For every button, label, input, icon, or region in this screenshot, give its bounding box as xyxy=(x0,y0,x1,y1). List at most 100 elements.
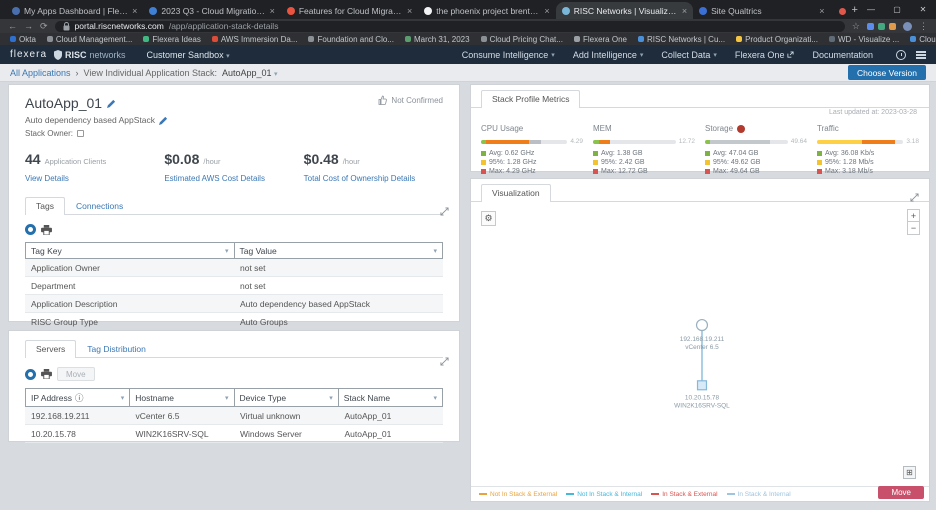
column-header-filter[interactable]: Hostname▾ xyxy=(130,388,234,407)
tab-connections[interactable]: Connections xyxy=(65,197,134,215)
expand-icon[interactable] xyxy=(440,357,449,366)
column-header-filter[interactable]: Tag Key▾ xyxy=(25,242,235,259)
topology-graph[interactable]: 192.168.19.211 vCenter 6.5 10.20.15.78 W… xyxy=(471,219,929,449)
stat-details-link[interactable]: Estimated AWS Cost Details xyxy=(164,174,303,183)
column-header-filter[interactable]: IP Addressⓘ▾ xyxy=(25,388,130,407)
bookmark-item[interactable]: Okta xyxy=(10,35,36,44)
breadcrumb-root-link[interactable]: All Applications xyxy=(10,68,71,78)
chevron-down-icon: ▾ xyxy=(433,247,437,255)
nav-item-flexera-one[interactable]: Flexera One xyxy=(735,50,795,60)
table-row[interactable]: Departmentnot set xyxy=(25,277,443,295)
table-row[interactable]: Application Ownernot set xyxy=(25,259,443,277)
clock-icon[interactable] xyxy=(896,50,906,60)
bookmark-item[interactable]: Product Organizati... xyxy=(736,35,818,44)
edit-subtitle-icon[interactable] xyxy=(159,116,168,125)
menu-icon[interactable] xyxy=(916,51,926,59)
minimize-button[interactable]: — xyxy=(858,5,884,14)
tab-close-icon[interactable]: × xyxy=(132,6,137,16)
bookmark-favicon-icon xyxy=(405,36,411,42)
browser-tab[interactable]: My Apps Dashboard | Flexera S... × xyxy=(6,2,143,19)
back-icon[interactable]: ← xyxy=(8,22,17,31)
bookmark-favicon-icon xyxy=(308,36,314,42)
new-tab-button[interactable]: + xyxy=(852,4,858,16)
metric-legend-item: Max: 3.18 Mb/s xyxy=(817,168,919,175)
stat-details-link[interactable]: View Details xyxy=(25,174,164,183)
nav-item-add-intelligence[interactable]: Add Intelligence▾ xyxy=(573,50,644,60)
stat-details-link[interactable]: Total Cost of Ownership Details xyxy=(304,174,443,183)
refresh-icon[interactable] xyxy=(25,224,36,235)
account-selector[interactable]: Customer Sandbox ▾ xyxy=(147,50,230,60)
bookmark-item[interactable]: RISC Networks | Cu... xyxy=(638,35,725,44)
tab-close-icon[interactable]: × xyxy=(544,6,549,16)
print-icon[interactable] xyxy=(41,369,52,379)
browser-tab[interactable]: Site Qualtrics × xyxy=(693,2,830,19)
bookmark-item[interactable]: March 31, 2023 xyxy=(405,35,470,44)
extension-icon[interactable] xyxy=(889,23,896,30)
assign-owner-icon[interactable] xyxy=(77,130,84,137)
url-input[interactable]: portal.riscnetworks.com /app/application… xyxy=(55,21,845,32)
tab-stack-profile-metrics[interactable]: Stack Profile Metrics xyxy=(481,90,580,108)
print-icon[interactable] xyxy=(41,225,52,235)
nav-item-collect-data[interactable]: Collect Data▾ xyxy=(661,50,717,60)
grid-icon[interactable]: ⊞ xyxy=(903,466,916,479)
tab-close-icon[interactable]: × xyxy=(407,6,412,16)
browser-tab[interactable]: 2023 Q3 - Cloud Migration and ... × xyxy=(143,2,280,19)
nav-item-documentation[interactable]: Documentation xyxy=(812,50,873,60)
bookmark-item[interactable]: Cloud 24-2023 Ca... xyxy=(910,35,936,44)
extension-icon[interactable] xyxy=(867,23,874,30)
table-cell: AutoApp_01 xyxy=(339,425,444,442)
tab-tag-distribution[interactable]: Tag Distribution xyxy=(76,340,157,358)
reload-icon[interactable]: ⟳ xyxy=(40,22,48,31)
column-header-filter[interactable]: Device Type▾ xyxy=(235,388,339,407)
move-button[interactable]: Move xyxy=(878,486,924,499)
external-link-icon xyxy=(787,51,794,58)
edit-title-icon[interactable] xyxy=(107,99,116,108)
bookmark-item[interactable]: AWS Immersion Da... xyxy=(212,35,298,44)
column-header-filter[interactable]: Stack Name▾ xyxy=(339,388,443,407)
profile-avatar[interactable] xyxy=(903,22,912,31)
graph-node-server[interactable] xyxy=(698,381,707,390)
window-controls: —▢✕ xyxy=(858,0,936,19)
expand-icon[interactable] xyxy=(910,193,919,202)
breadcrumb-stack-selector[interactable]: AutoApp_01 ▾ xyxy=(222,68,278,78)
graph-node-vcenter[interactable] xyxy=(697,320,708,331)
column-header-filter[interactable]: Tag Value▾ xyxy=(235,242,444,259)
browser-tab[interactable]: Features for Cloud Migration | F... × xyxy=(281,2,418,19)
table-row[interactable]: 10.20.15.78WIN2K16SRV-SQLWindows ServerA… xyxy=(25,425,443,443)
tab-servers[interactable]: Servers xyxy=(25,340,76,358)
table-row[interactable]: RISC Group TypeAuto Groups xyxy=(25,313,443,331)
maximize-button[interactable]: ▢ xyxy=(884,5,910,14)
bookmark-item[interactable]: Foundation and Clo... xyxy=(308,35,394,44)
metric-legend-item: Avg: 1.38 GB xyxy=(593,150,695,157)
tab-close-icon[interactable]: × xyxy=(270,6,275,16)
metric-legend-item: Max: 4.29 GHz xyxy=(481,168,583,175)
bookmark-item[interactable]: WD - Visualize ... xyxy=(829,35,899,44)
tab-title: RISC Networks | Visualize Appli... xyxy=(574,6,678,16)
star-icon[interactable]: ☆ xyxy=(852,22,860,31)
bookmark-item[interactable]: Cloud Management... xyxy=(47,35,133,44)
move-servers-button[interactable]: Move xyxy=(57,367,95,381)
stack-overview-panel: AutoApp_01 Not Confirmed Auto dependency… xyxy=(8,84,460,322)
tab-close-icon[interactable]: × xyxy=(682,6,687,16)
stat-unit: Application Clients xyxy=(45,157,107,166)
table-row[interactable]: Application DescriptionAuto dependency b… xyxy=(25,295,443,313)
extension-icon[interactable] xyxy=(878,23,885,30)
breadcrumb-page: View Individual Application Stack: xyxy=(84,68,217,78)
browser-tab[interactable]: the phoenix project brent - Goo... × xyxy=(418,2,555,19)
browser-menu-icon[interactable]: ⋮ xyxy=(919,22,928,31)
bookmark-item[interactable]: Cloud Pricing Chat... xyxy=(481,35,563,44)
bookmark-item[interactable]: Flexera Ideas xyxy=(143,35,200,44)
bookmark-item[interactable]: Flexera One xyxy=(574,35,627,44)
servers-toolbar: Move xyxy=(25,367,443,381)
close-button[interactable]: ✕ xyxy=(910,5,936,14)
tab-visualization[interactable]: Visualization xyxy=(481,184,551,202)
choose-version-button[interactable]: Choose Version xyxy=(848,65,926,80)
tab-tags[interactable]: Tags xyxy=(25,197,65,215)
nav-item-consume-intelligence[interactable]: Consume Intelligence▾ xyxy=(462,50,555,60)
refresh-icon[interactable] xyxy=(25,369,36,380)
browser-tab[interactable]: RISC Networks | Visualize Appli... × xyxy=(556,2,693,19)
forward-icon[interactable]: → xyxy=(24,22,33,31)
expand-icon[interactable] xyxy=(440,207,449,216)
table-row[interactable]: 192.168.19.211vCenter 6.5Virtual unknown… xyxy=(25,407,443,425)
tab-close-icon[interactable]: × xyxy=(819,6,824,16)
